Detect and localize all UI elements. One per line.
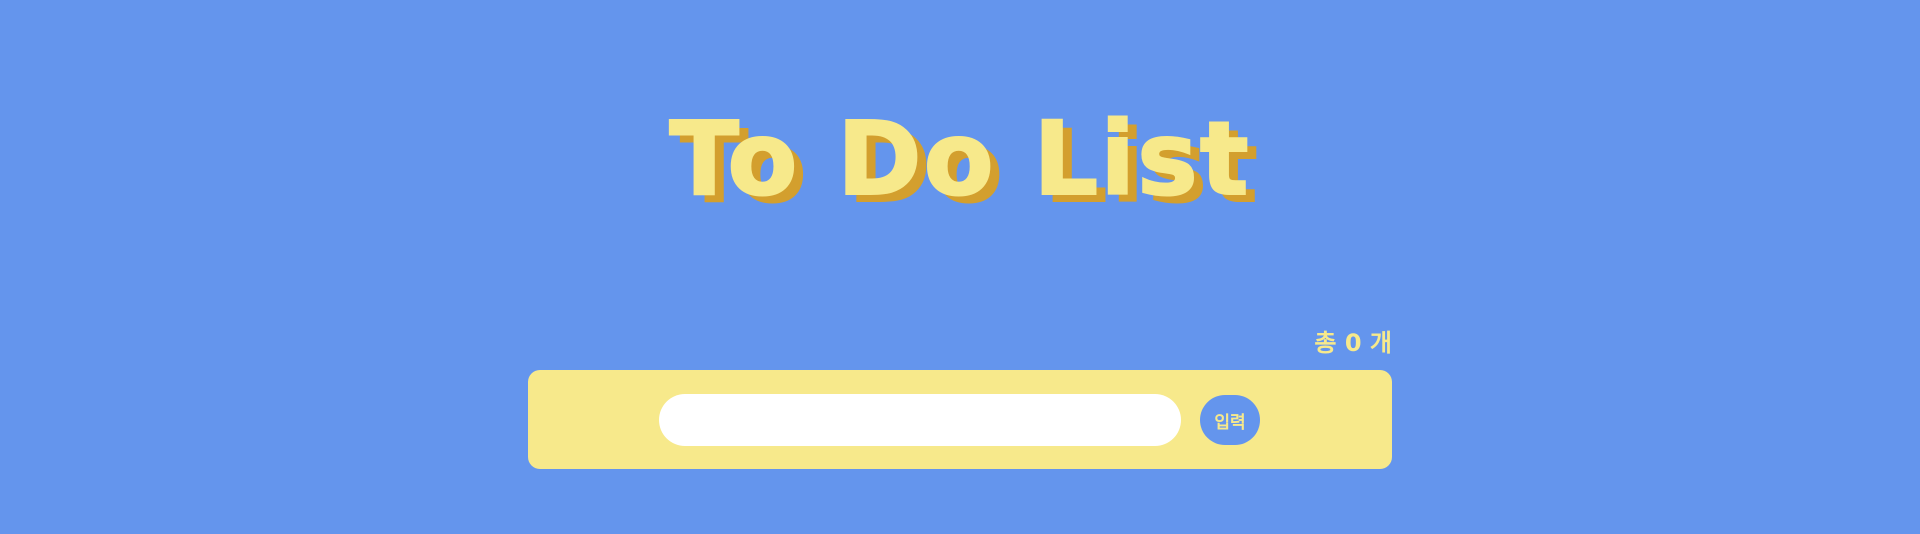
submit-button[interactable]: 입력 — [1200, 395, 1260, 445]
page-title: To Do List — [668, 99, 1251, 220]
counter-suffix: 개 — [1369, 329, 1392, 357]
todo-input[interactable] — [659, 394, 1181, 446]
todo-input-panel: 입력 — [528, 370, 1392, 469]
counter-value: 0 — [1344, 329, 1362, 357]
counter-prefix: 총 — [1314, 329, 1337, 357]
todo-counter: 총 0 개 — [1200, 326, 1392, 360]
